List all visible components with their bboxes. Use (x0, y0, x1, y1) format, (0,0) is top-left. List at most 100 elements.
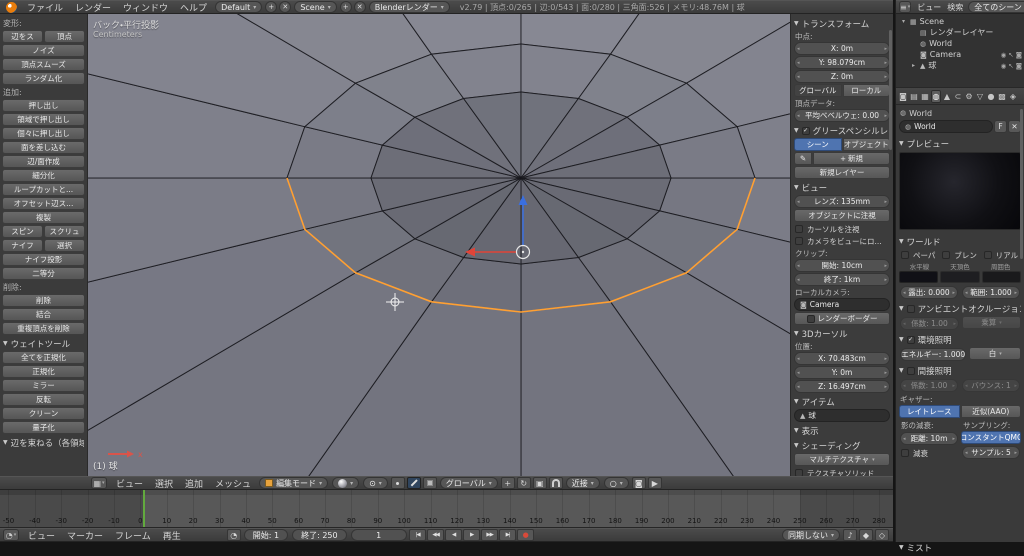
add-scene-button[interactable]: + (340, 1, 352, 13)
play-reverse-button[interactable]: ◀ (445, 529, 462, 541)
render-restrict-icon[interactable]: ◙ (1016, 51, 1022, 59)
manipulator-rotate-button[interactable]: ↻ (517, 477, 531, 489)
shading-mode-dropdown[interactable]: マルチテクスチャ▾ (794, 453, 890, 466)
env-lighting-checkbox[interactable]: ✓ (907, 336, 915, 344)
real-sky-checkbox[interactable] (984, 251, 992, 259)
cursor-y-field[interactable]: Y: 0m (794, 366, 890, 379)
ao-blend-dropdown[interactable]: 乗算▾ (962, 316, 1021, 329)
tool-button[interactable]: 複製 (2, 211, 85, 224)
viewport-canvas[interactable]: x バック・平行投影 Centimeters (1) 球 (88, 14, 790, 476)
properties-tab-world-icon[interactable]: ◍ (931, 90, 941, 103)
editor-type-icon[interactable]: ▦▾ (91, 477, 107, 489)
render-engine-dropdown[interactable]: Blenderレンダー▾ (369, 1, 450, 13)
ao-factor-field[interactable]: 係数: 1.00 (900, 317, 959, 330)
timeline-menu-frame[interactable]: フレーム (109, 529, 157, 542)
tool-button[interactable]: オフセット辺ス... (2, 197, 85, 210)
tool-button[interactable]: スクリュ (44, 225, 85, 238)
median-z-field[interactable]: Z: 0m (794, 70, 890, 83)
tool-button[interactable]: スピン (2, 225, 43, 238)
tool-button[interactable]: 押し出し (2, 99, 85, 112)
menu-window[interactable]: ウィンドウ (117, 1, 174, 14)
tool-button[interactable]: 領域で押し出し (2, 113, 85, 126)
next-keyframe-button[interactable]: ▶▶ (481, 529, 498, 541)
tool-button[interactable]: 面を差し込む (2, 141, 85, 154)
selectability-icon[interactable]: ↖ (1008, 51, 1013, 59)
env-lighting-panel-header[interactable]: 環境照明 (918, 334, 952, 346)
timeline-menu-playback[interactable]: 再生 (157, 529, 187, 542)
indirect-lighting-checkbox[interactable] (907, 367, 915, 375)
play-button[interactable]: ▶ (463, 529, 480, 541)
properties-tab-physics-icon[interactable]: ◈ (1008, 90, 1018, 103)
tool-button[interactable]: ノイズ (2, 44, 85, 57)
world-panel-header[interactable]: ワールド (907, 236, 941, 248)
panel-header[interactable]: 辺を束ねる（各領域毎） (11, 437, 84, 449)
exposure-field[interactable]: 露出: 0.000 (900, 286, 958, 299)
cursor-x-field[interactable]: X: 70.483cm (794, 352, 890, 365)
frame-end-field[interactable]: 終了: 250 (292, 529, 347, 541)
add-layout-button[interactable]: + (265, 1, 277, 13)
cursor-panel-header[interactable]: 3Dカーソル (802, 328, 848, 340)
median-x-field[interactable]: X: 0m (794, 42, 890, 55)
blend-sky-checkbox[interactable] (942, 251, 950, 259)
outliner-menu-view[interactable]: ビュー (914, 2, 944, 13)
use-preview-range-button[interactable]: ◔ (227, 529, 241, 541)
close-layout-button[interactable]: ✕ (279, 1, 291, 13)
mist-panel-header[interactable]: ミスト (907, 542, 933, 554)
indirect-factor-field[interactable]: 係数: 1.00 (900, 379, 958, 392)
expand-arrow-icon[interactable]: ▸ (910, 62, 917, 69)
menu-view[interactable]: ビュー (110, 477, 149, 490)
menu-help[interactable]: ヘルプ (174, 1, 213, 14)
delete-keyframe-button[interactable]: ◇ (875, 529, 889, 541)
local-camera-field[interactable]: ◙Camera (794, 298, 890, 311)
indirect-lighting-panel-header[interactable]: 間接照明 (918, 365, 952, 377)
tool-button[interactable]: 辺/面作成 (2, 155, 85, 168)
falloff-checkbox[interactable] (901, 449, 909, 457)
tool-button[interactable]: ランダム化 (2, 72, 85, 85)
proportional-edit-dropdown[interactable]: ○▾ (604, 477, 629, 489)
tool-button[interactable]: クリーン (2, 407, 85, 420)
tool-button[interactable]: 正規化 (2, 365, 85, 378)
ao-panel-header[interactable]: アンビエントオクルージョン(AO) (918, 303, 1021, 315)
display-panel-header[interactable]: 表示 (802, 425, 819, 437)
transform-local-button[interactable]: ローカル (843, 84, 891, 97)
close-scene-button[interactable]: ✕ (354, 1, 366, 13)
grease-pencil-panel-header[interactable]: グリースペンシルレイ... (813, 125, 890, 137)
gp-new-layer-button[interactable]: 新規レイヤー (794, 166, 890, 179)
world-id-field[interactable]: ◍World (899, 120, 993, 133)
properties-tab-material-icon[interactable]: ● (986, 90, 996, 103)
visibility-eye-icon[interactable]: ◉ (1001, 62, 1007, 70)
outliner-item[interactable]: ◍World (898, 38, 1022, 49)
properties-tab-render-icon[interactable]: ◙ (898, 90, 908, 103)
lock-to-object-button[interactable]: オブジェクトに注視 (794, 209, 890, 222)
zenith-color-swatch[interactable] (940, 271, 979, 283)
sample-method-dropdown[interactable]: コンスタントQMC (961, 431, 1021, 444)
timeline-menu-view[interactable]: ビュー (22, 529, 61, 542)
tool-button[interactable]: 重複頂点を削除 (2, 322, 85, 335)
tool-button[interactable]: 選択 (44, 239, 85, 252)
bevel-weight-field[interactable]: 平均ベベルウェ: 0.00 (794, 109, 890, 122)
mode-dropdown[interactable]: 編集モード▾ (259, 477, 328, 489)
lock-to-cursor-checkbox[interactable] (795, 225, 803, 233)
outliner-item[interactable]: ▾▦Scene (898, 16, 1022, 27)
properties-tab-data-icon[interactable]: ▽ (975, 90, 985, 103)
paper-sky-checkbox[interactable] (901, 251, 909, 259)
properties-tab-texture-icon[interactable]: ▩ (997, 90, 1007, 103)
viewport-shading-dropdown[interactable]: ▾ (332, 477, 359, 489)
fake-user-button[interactable]: F (994, 120, 1007, 133)
menu-file[interactable]: ファイル (21, 1, 69, 14)
timeline-ruler[interactable]: -50-40-30-20-100102030405060708090100110… (0, 490, 893, 528)
selectability-icon[interactable]: ↖ (1008, 62, 1013, 70)
clip-start-field[interactable]: 開始: 10cm (794, 259, 890, 272)
gather-raytrace-tab[interactable]: レイトレース (899, 405, 960, 418)
ao-checkbox[interactable] (907, 305, 915, 313)
n-panel-scrollbar[interactable] (889, 30, 892, 150)
ambient-color-swatch[interactable] (982, 271, 1021, 283)
gp-object-tab[interactable]: オブジェクト (843, 138, 891, 151)
current-frame-line[interactable] (143, 490, 145, 527)
tool-button[interactable]: 結合 (2, 308, 85, 321)
item-panel-header[interactable]: アイテム (802, 396, 835, 408)
tool-button[interactable]: 量子化 (2, 421, 85, 434)
gather-approx-tab[interactable]: 近似(AAO) (961, 405, 1022, 418)
item-name-field[interactable]: ▲球 (794, 409, 890, 422)
vertex-select-button[interactable] (391, 477, 405, 489)
